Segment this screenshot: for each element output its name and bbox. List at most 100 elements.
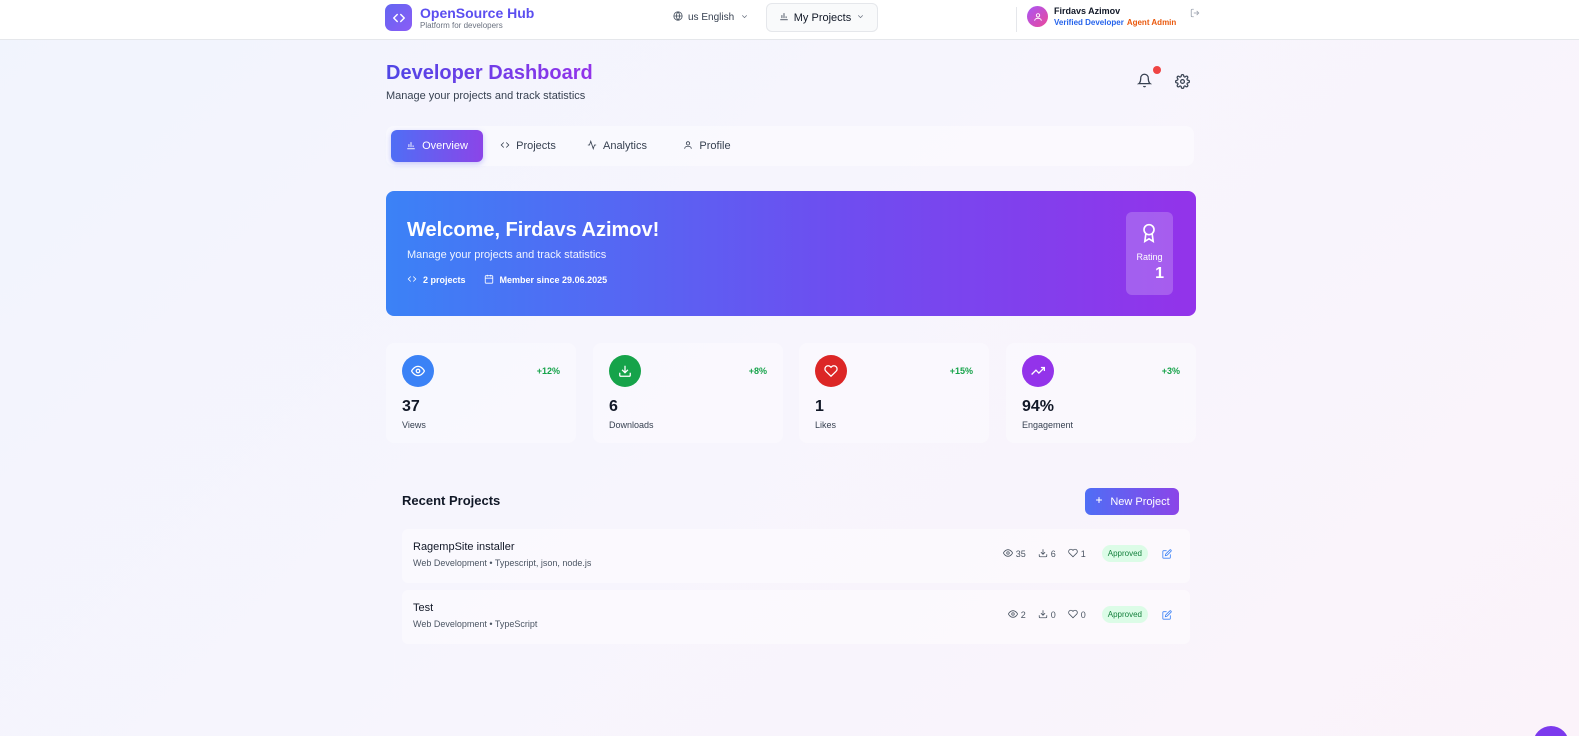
project-likes: 1 [1068,548,1086,560]
user-name: Firdavs Azimov [1054,6,1121,16]
brand[interactable]: OpenSource Hub Platform for developers [385,4,534,31]
project-views-value: 2 [1020,609,1026,620]
rating-label: Rating [1136,252,1163,262]
download-icon [1038,548,1048,560]
tab-profile-label: Profile [699,140,731,152]
heart-icon [1068,609,1078,621]
stat-card-engagement: +3% 94% Engagement [1006,343,1196,443]
eye-icon [1007,609,1018,621]
stat-card-likes: +15% 1 Likes [799,343,989,443]
tab-analytics[interactable]: Analytics [574,130,660,162]
project-count: 2 projects [407,274,466,286]
chevron-down-icon [740,12,749,24]
stat-change: +3% [1161,366,1180,376]
new-project-button[interactable]: New Project [1085,488,1179,515]
welcome-subtitle: Manage your projects and track statistic… [407,249,607,261]
edit-icon[interactable] [1162,548,1172,559]
member-since: Member since 29.06.2025 [484,274,607,286]
role-verified-developer: Verified Developer [1054,18,1124,27]
avatar[interactable] [1027,6,1048,27]
project-name[interactable]: RagempSite installer [413,541,515,553]
download-icon [1038,609,1048,621]
code-logo-icon [385,4,412,31]
stat-label: Engagement [1022,420,1074,430]
download-icon [609,355,641,387]
code-icon [500,140,510,153]
gear-icon[interactable] [1175,74,1190,94]
logout-icon[interactable] [1190,5,1200,23]
project-downloads-value: 6 [1050,548,1056,559]
project-row[interactable]: Test Web Development • TypeScript 2 0 0 … [402,590,1190,644]
project-views: 35 [1002,548,1026,560]
bar-chart-icon [779,11,789,24]
status-badge: Approved [1101,606,1148,623]
stat-value: 94% [1022,398,1055,415]
project-views: 2 [1007,609,1026,621]
project-likes-value: 0 [1080,609,1086,620]
recent-projects-title: Recent Projects [402,493,501,508]
rating-value: 1 [1155,265,1164,282]
stat-value: 6 [609,398,618,415]
rating-card: Rating 1 [1126,212,1173,295]
stat-value: 37 [402,398,420,415]
notification-dot [1153,66,1161,74]
tab-analytics-label: Analytics [602,140,648,152]
welcome-title: Welcome, Firdavs Azimov! [407,219,660,241]
project-likes: 0 [1068,609,1086,621]
project-meta: Web Development • Typescript, json, node… [413,558,592,568]
welcome-banner: Welcome, Firdavs Azimov! Manage your pro… [386,191,1196,316]
project-name[interactable]: Test [413,602,433,614]
stat-change: +8% [748,366,767,376]
bell-icon[interactable] [1136,73,1153,93]
heart-icon [1068,548,1078,560]
brand-subtitle: Platform for developers [420,20,503,30]
status-badge: Approved [1101,545,1148,562]
my-projects-label: My Projects [793,11,852,24]
user-icon [683,140,693,153]
project-views-value: 35 [1015,548,1026,559]
stat-label: Views [402,420,426,430]
stat-change: +12% [536,366,560,376]
calendar-icon [484,274,494,286]
tab-profile[interactable]: Profile [670,130,744,162]
project-meta: Web Development • TypeScript [413,619,538,629]
tab-projects-label: Projects [516,140,556,152]
edit-icon[interactable] [1162,609,1172,620]
stat-change: +15% [949,366,973,376]
trending-up-icon [1022,355,1054,387]
project-downloads: 6 [1038,548,1056,560]
language-selector[interactable]: us English [673,11,749,24]
stat-card-downloads: +8% 6 Downloads [593,343,783,443]
top-bar: OpenSource Hub Platform for developers u… [0,0,1579,40]
plus-icon [1094,495,1104,508]
bar-chart-icon [406,140,416,153]
new-project-label: New Project [1110,495,1170,508]
project-downloads: 0 [1038,609,1056,621]
language-label: us English [688,12,735,23]
heart-icon [815,355,847,387]
tab-overview-label: Overview [422,140,468,152]
tab-projects[interactable]: Projects [490,130,566,162]
brand-name: OpenSource Hub [420,4,535,21]
globe-icon [673,11,683,24]
stat-value: 1 [815,398,824,415]
stat-label: Likes [815,420,837,430]
tab-bar: Overview Projects Analytics Profile [386,126,1194,166]
chevron-down-icon [856,12,865,24]
stat-label: Downloads [609,420,654,430]
project-count-label: 2 projects [423,275,466,285]
my-projects-button[interactable]: My Projects [766,3,878,32]
award-icon [1139,222,1159,249]
user-menu[interactable]: Firdavs Azimov Verified Developer Agent A… [1027,5,1200,28]
tab-overview[interactable]: Overview [391,130,483,162]
role-agent-admin: Agent Admin [1126,18,1177,27]
project-row[interactable]: RagempSite installer Web Development • T… [402,529,1190,583]
eye-icon [1002,548,1013,560]
divider [1016,7,1017,32]
page-title: Developer Dashboard [386,62,593,84]
page-subtitle: Manage your projects and track statistic… [386,90,586,102]
stat-card-views: +12% 37 Views [386,343,576,443]
code-icon [407,274,417,286]
floating-action-button[interactable] [1533,726,1569,736]
activity-icon [587,139,597,153]
